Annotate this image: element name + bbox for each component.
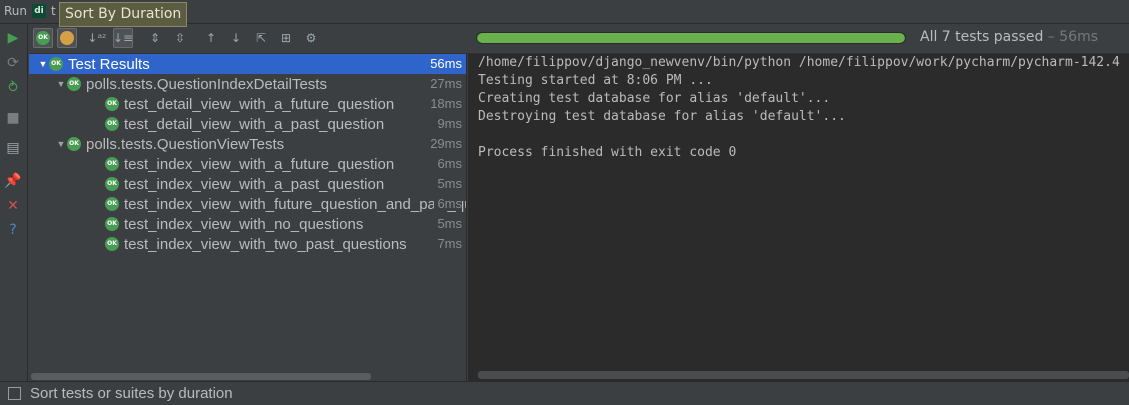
next-icon[interactable]: ↓ [226,28,246,48]
run-label: Run [4,4,28,18]
tree-item-duration: 5ms [434,216,462,231]
passed-status-icon: OK [105,157,119,171]
tool-window-toggle-icon[interactable] [8,387,21,400]
passed-status-icon: OK [105,177,119,191]
pin-icon[interactable]: 📌 [4,173,21,189]
stop-icon[interactable]: ■ [5,110,21,126]
rerun-icon[interactable]: ▶ [5,30,21,46]
passed-status-icon: OK [67,137,81,151]
tree-item-duration: 6ms [434,196,462,211]
tree-test-row[interactable]: OK test_index_view_with_no_questions 5ms [29,214,466,234]
expand-arrow-icon[interactable]: ▼ [55,139,67,149]
tree-test-row[interactable]: OK test_detail_view_with_a_past_question 9… [29,114,466,134]
close-icon[interactable]: ✕ [5,198,21,214]
tree-item-duration: 5ms [434,176,462,191]
tooltip: Sort By Duration [59,2,188,27]
collapse-all-icon[interactable]: ⇳ [170,28,190,48]
settings-icon[interactable]: ⚙ [301,28,321,48]
tree-item-label: polls.tests.QuestionViewTests [86,135,285,153]
console-line: Testing started at 8:06 PM ... [478,73,713,88]
console-output[interactable]: /home/filippov/django_newvenv/bin/python… [468,54,1129,381]
test-results-tree[interactable]: ▼ OK Test Results 56ms ▼ OK polls.tests.Questi… [29,54,467,381]
passed-status-icon: OK [49,57,63,71]
test-progress-bar [476,32,906,44]
progress-header: All 7 tests passed – 56ms [467,24,1129,54]
console-line: Process finished with exit code 0 [478,145,737,160]
passed-status-icon: OK [36,31,50,45]
expand-arrow-icon[interactable]: ▼ [55,79,67,89]
previous-icon[interactable]: ↑ [201,28,221,48]
tree-item-duration: 29ms [427,136,462,151]
tests-passed-text: All 7 tests passed [920,29,1044,45]
tree-test-row[interactable]: OK test_index_view_with_future_question_a… [29,194,466,214]
console-horizontal-scrollbar[interactable] [478,371,1129,379]
passed-status-icon: OK [67,77,81,91]
sort-by-duration-icon[interactable]: ↓≡ [113,28,133,48]
tree-root-row[interactable]: ▼ OK Test Results 56ms [29,54,466,74]
test-status: All 7 tests passed – 56ms [920,29,1098,45]
console-line: Destroying test database for alias 'defa… [478,109,846,124]
total-duration: 56ms [1059,29,1099,45]
tree-item-label: test_index_view_with_two_past_questions [124,235,407,253]
layout-icon[interactable]: ▤ [5,140,21,156]
test-progress-fill [477,33,905,43]
test-tree-toolbar: OK ↓ᵃᶻ ↓≡ ⇕ ⇳ ↑ ↓ ⇱ ⊞ ⚙ [29,24,467,54]
sort-alphabetically-icon[interactable]: ↓ᵃᶻ [87,28,107,48]
tree-item-label: Test Results [68,55,150,73]
tree-item-label: test_index_view_with_a_future_question [124,155,395,173]
console-line: /home/filippov/django_newvenv/bin/python… [478,55,1120,70]
passed-status-icon: OK [105,237,119,251]
tree-item-duration: 9ms [434,116,462,131]
django-icon[interactable]: di [32,4,46,18]
tree-item-label: test_index_view_with_a_past_question [124,175,385,193]
passed-status-icon: OK [105,217,119,231]
tree-test-row[interactable]: OK test_index_view_with_a_past_question 5m… [29,174,466,194]
tree-item-duration: 18ms [427,96,462,111]
expand-arrow-icon[interactable]: ▼ [37,59,49,69]
import-icon[interactable]: ⊞ [276,28,296,48]
passed-status-icon: OK [105,117,119,131]
expand-all-icon[interactable]: ⇕ [145,28,165,48]
help-icon[interactable]: ? [5,222,21,238]
tree-item-duration: 6ms [434,156,462,171]
tree-item-label: test_detail_view_with_a_future_question [124,95,395,113]
tree-item-label: test_detail_view_with_a_past_question [124,115,385,133]
console-line: Creating test database for alias 'defaul… [478,91,831,106]
tree-item-duration: 7ms [434,236,462,251]
tree-item-label: test_index_view_with_no_questions [124,215,364,233]
tree-horizontal-scrollbar[interactable] [31,373,371,380]
tree-item-duration: 27ms [427,76,462,91]
tree-test-row[interactable]: OK test_index_view_with_a_future_question… [29,154,466,174]
tree-test-row[interactable]: OK test_index_view_with_two_past_question… [29,234,466,254]
passed-status-icon: OK [105,197,119,211]
tree-suite-row[interactable]: ▼ OK polls.tests.QuestionViewTests 29ms [29,134,466,154]
toggle-auto-test-icon[interactable]: ⟳ [5,55,21,71]
show-ignored-icon[interactable] [57,28,77,48]
left-toolbar: ▶ ⟳ ⥁ ■ ▤ 📌 ✕? [0,24,28,381]
tree-item-label: polls.tests.QuestionIndexDetailTests [86,75,327,93]
status-bar: Sort tests or suites by duration [0,381,1129,405]
status-separator: – [1043,29,1060,45]
passed-status-icon: OK [105,97,119,111]
status-bar-text: Sort tests or suites by duration [30,385,233,402]
ignored-status-icon [60,31,74,45]
export-icon[interactable]: ⇱ [251,28,271,48]
tree-suite-row[interactable]: ▼ OK polls.tests.QuestionIndexDetailTests 2… [29,74,466,94]
tree-test-row[interactable]: OK test_detail_view_with_a_future_questio… [29,94,466,114]
run-config-tab-label[interactable]: t [51,4,56,18]
tree-item-duration: 56ms [427,56,462,71]
tree-item-label: test_index_view_with_future_question_and… [124,195,466,213]
rerun-failed-icon[interactable]: ⥁ [5,80,21,96]
show-passed-icon[interactable]: OK [33,28,53,48]
